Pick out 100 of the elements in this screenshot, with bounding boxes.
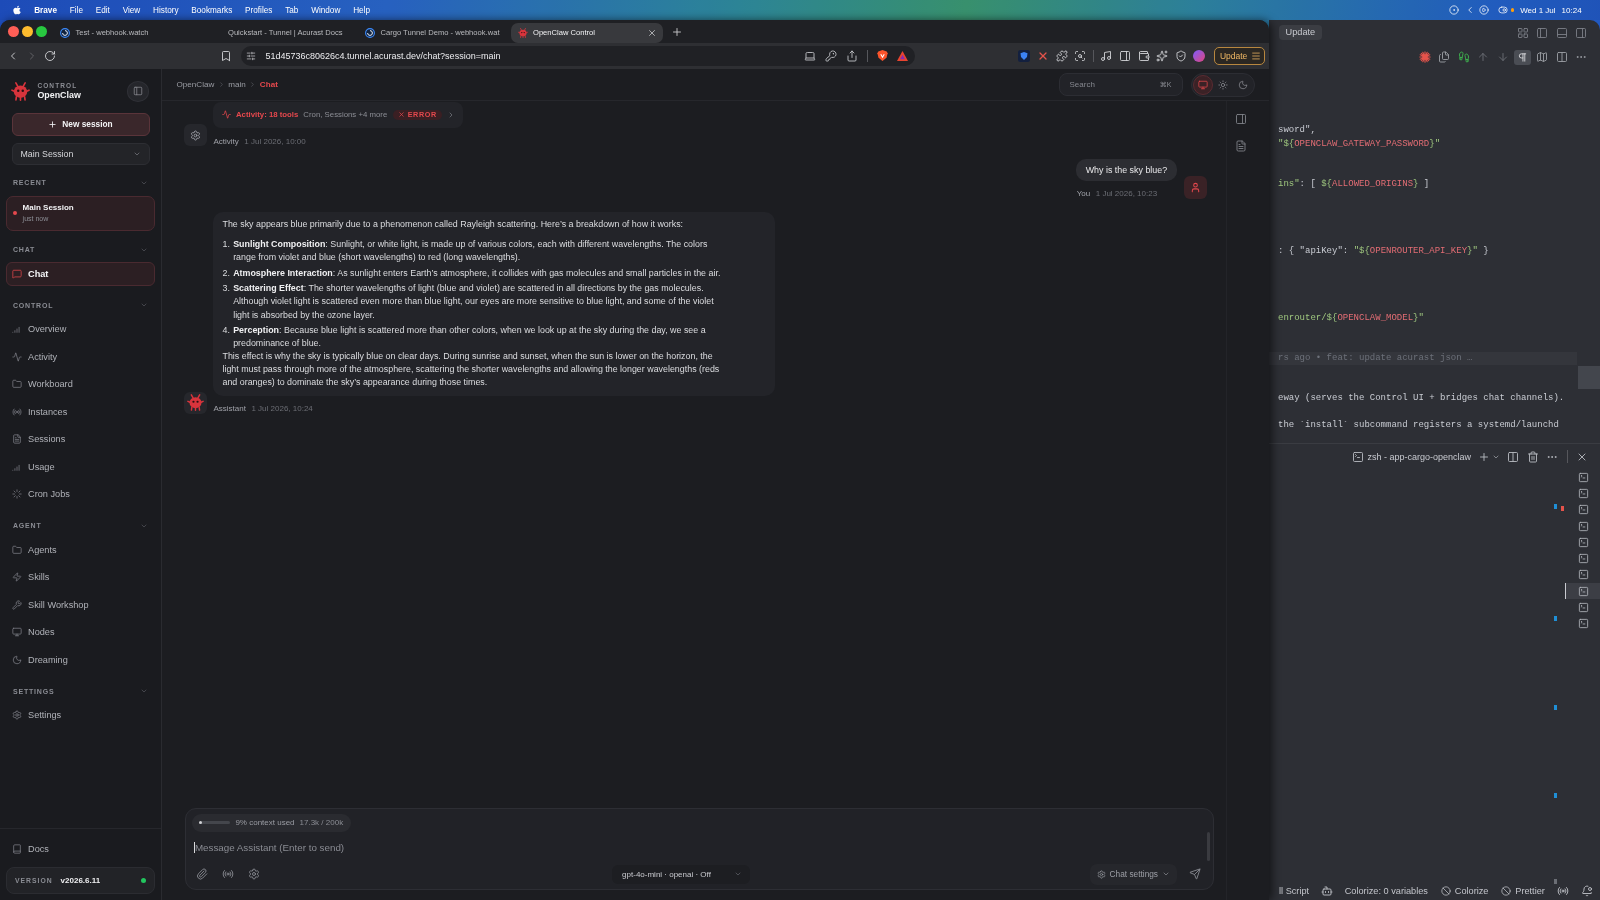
nav-item[interactable]: Instances [6,399,155,424]
send-icon[interactable] [1189,868,1201,881]
nav-item[interactable]: Nodes [6,620,155,645]
document-icon[interactable] [1235,140,1247,152]
footprints-icon[interactable] [1458,51,1470,63]
sidebar-icon[interactable] [1118,50,1131,62]
menu-item[interactable]: View [122,5,141,15]
menu-item[interactable]: Tab [285,5,299,15]
nav-item[interactable]: Overview [6,317,155,342]
menu-time[interactable]: 10:24 [1561,5,1582,15]
key-icon[interactable] [824,50,837,62]
menu-item[interactable]: File [69,5,83,15]
music-note-icon[interactable] [1100,50,1113,62]
attach-icon[interactable] [196,868,208,881]
page-search-icon[interactable] [1074,50,1087,62]
nav-item[interactable]: Activity [6,344,155,369]
menu-item[interactable]: Help [353,5,370,15]
panel-left-icon[interactable] [1536,26,1549,39]
broadcast-icon[interactable] [1556,885,1569,897]
nav-item[interactable]: Settings [6,703,155,728]
menu-app-name[interactable]: Brave [34,5,57,15]
menu-item[interactable]: Window [311,5,341,15]
record-icon[interactable] [1449,5,1460,15]
model-selector[interactable]: gpt-4o-mini · openai · Off [612,864,751,885]
split-editor-icon[interactable] [1555,51,1568,63]
breadcrumb-link[interactable]: main [228,80,246,89]
nav-item[interactable]: Chat [6,261,155,286]
nav-item[interactable]: Dreaming [6,647,155,672]
layout-grid-icon[interactable] [1516,26,1529,39]
whitespace-toggle[interactable] [1514,49,1531,65]
split-icon[interactable] [1507,450,1519,463]
panel-bottom-icon[interactable] [1555,26,1568,39]
gear-icon[interactable] [248,868,260,881]
nav-item[interactable]: Workboard [6,372,155,397]
new-session-button[interactable]: New session [11,113,150,136]
plus-icon[interactable] [1478,450,1490,463]
apple-logo-icon[interactable] [11,5,22,15]
update-button[interactable]: Update [1278,24,1323,41]
nav-item[interactable]: Skills [6,565,155,590]
panel-right-icon[interactable] [1575,26,1587,39]
shield-icon[interactable] [1174,50,1187,62]
nav-item[interactable]: Skill Workshop [6,592,155,617]
update-button[interactable]: Update [1214,47,1266,65]
nav-item[interactable]: Sessions [6,427,155,452]
shield-extension-icon[interactable] [1018,50,1031,62]
broadcast-icon[interactable] [222,868,234,881]
spinner-icon [12,489,22,500]
menu-item[interactable]: Profiles [245,5,273,15]
nav-item[interactable]: Usage [6,454,155,479]
map-icon[interactable] [1536,51,1548,63]
close-window-button[interactable] [7,26,19,37]
menu-item[interactable]: History [153,5,179,15]
bookmark-icon[interactable] [219,50,232,62]
puzzle-icon[interactable] [1055,50,1068,62]
status-item[interactable]: ll Script [1279,886,1310,896]
scrollbar-thumb[interactable] [1577,365,1600,389]
cast-icon[interactable] [803,50,816,62]
zoom-window-button[interactable] [36,26,48,37]
sparkles-icon[interactable] [1156,50,1169,62]
lion-shield-icon[interactable] [876,50,888,62]
play-icon[interactable] [1479,5,1490,15]
breadcrumb-link[interactable]: Chat [259,80,278,89]
trash-icon[interactable] [1527,450,1539,463]
terminal-tab[interactable] [1565,583,1600,600]
monitor-icon [12,627,22,638]
share-icon[interactable] [845,50,858,62]
wallet-icon[interactable] [1137,50,1150,62]
terminal-title[interactable]: zsh - app-cargo-openclaw [1367,451,1471,462]
menu-item[interactable]: Bookmarks [191,5,233,15]
session-select[interactable]: Main Session [11,142,150,165]
minimize-window-button[interactable] [22,26,33,37]
message-sender: You [1076,189,1091,199]
status-item[interactable]: Prettier [1501,886,1545,896]
breadcrumb-link[interactable]: OpenClaw [176,80,215,89]
chat-settings-button[interactable]: Chat settings [1089,863,1177,885]
system-theme-button[interactable] [1193,74,1214,95]
nav-item[interactable]: Agents [6,537,155,562]
new-tab-icon[interactable] [671,25,684,38]
bell-icon[interactable] [1580,885,1593,897]
close-tab-icon[interactable] [647,27,658,38]
ban-icon [1440,886,1451,896]
profile-icon[interactable] [1193,50,1206,62]
files-icon[interactable] [1438,51,1451,63]
starburst-icon[interactable] [1419,51,1431,63]
code-line: enrouter/${OPENCLAW_MODEL}" [1277,311,1425,325]
site-settings-icon[interactable] [245,51,256,61]
reload-icon[interactable] [43,50,56,62]
triangle-logo-icon[interactable] [896,51,908,61]
menu-item[interactable]: Edit [95,5,110,15]
status-item[interactable]: Colorize [1440,886,1489,896]
menu-date[interactable]: Wed 1 Jul [1520,5,1556,15]
control-center-icon[interactable] [1498,5,1509,15]
address-bar[interactable]: 51d45736c80626c4.tunnel.acurast.dev/chat?session=main [241,46,915,66]
status-item[interactable]: Colorize: 0 variables [1344,886,1428,896]
docs-link[interactable]: Docs [6,836,155,862]
bot-icon[interactable] [1321,885,1334,897]
collapse-sidebar-button[interactable] [126,80,149,102]
message-input[interactable]: Message Assistant (Enter to send) [192,837,1205,858]
panel-icon[interactable] [1235,113,1247,125]
nav-item[interactable]: Cron Jobs [6,482,155,507]
